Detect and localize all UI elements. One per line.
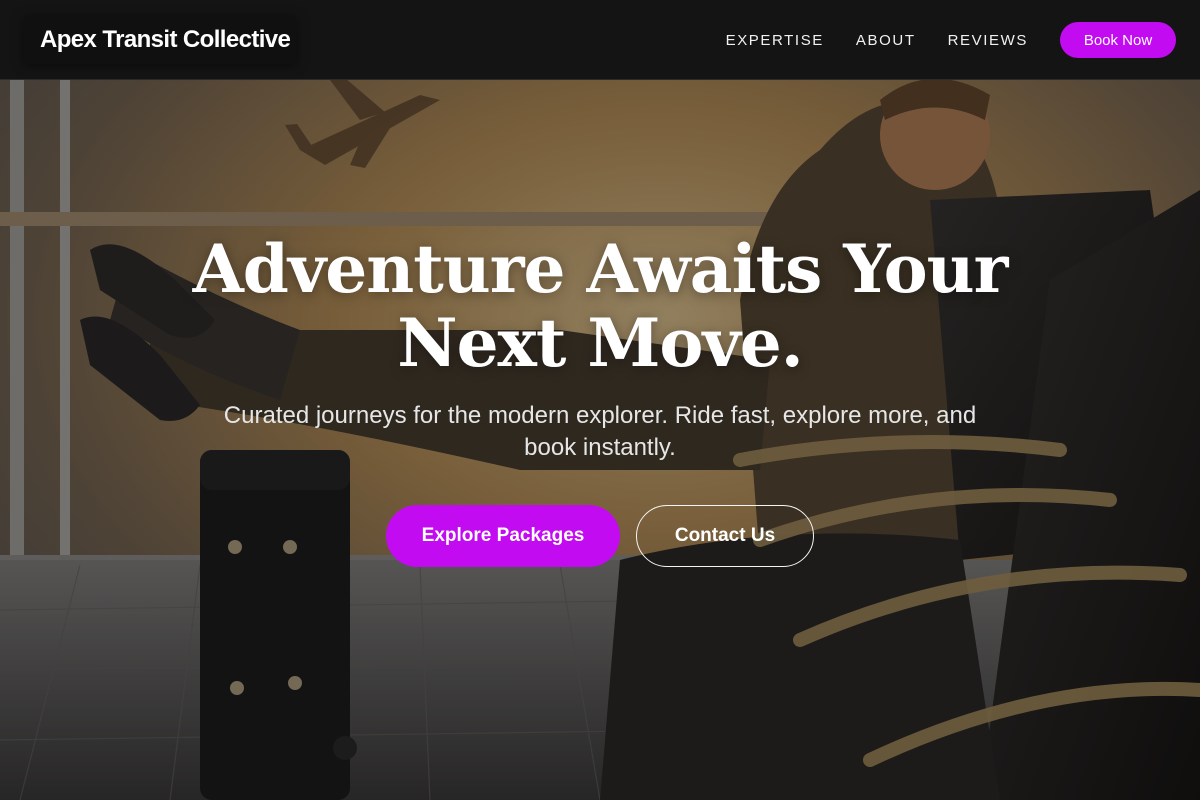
nav-link-about[interactable]: ABOUT bbox=[856, 32, 916, 49]
hero-subtitle: Curated journeys for the modern explorer… bbox=[223, 402, 977, 461]
nav-link-reviews[interactable]: REVIEWS bbox=[948, 32, 1028, 49]
brand-logo[interactable]: Apex Transit Collective bbox=[24, 16, 296, 64]
nav-links: EXPERTISE ABOUT REVIEWS bbox=[726, 0, 1028, 80]
hero-headline: Adventure Awaits Your Next Move. bbox=[0, 232, 1200, 380]
nav-link-expertise[interactable]: EXPERTISE bbox=[726, 32, 824, 49]
hero-section: Adventure Awaits Your Next Move. Curated… bbox=[0, 0, 1200, 800]
hero-headline-line1: Adventure Awaits Your bbox=[192, 230, 1009, 308]
explore-packages-button[interactable]: Explore Packages bbox=[386, 505, 620, 567]
hero-cta-group: Explore Packages Contact Us bbox=[0, 505, 1200, 567]
top-navigation-bar: Apex Transit Collective EXPERTISE ABOUT … bbox=[0, 0, 1200, 80]
contact-us-button[interactable]: Contact Us bbox=[636, 505, 814, 567]
hero-headline-line2: Next Move. bbox=[397, 304, 804, 382]
book-now-button[interactable]: Book Now bbox=[1060, 22, 1176, 58]
